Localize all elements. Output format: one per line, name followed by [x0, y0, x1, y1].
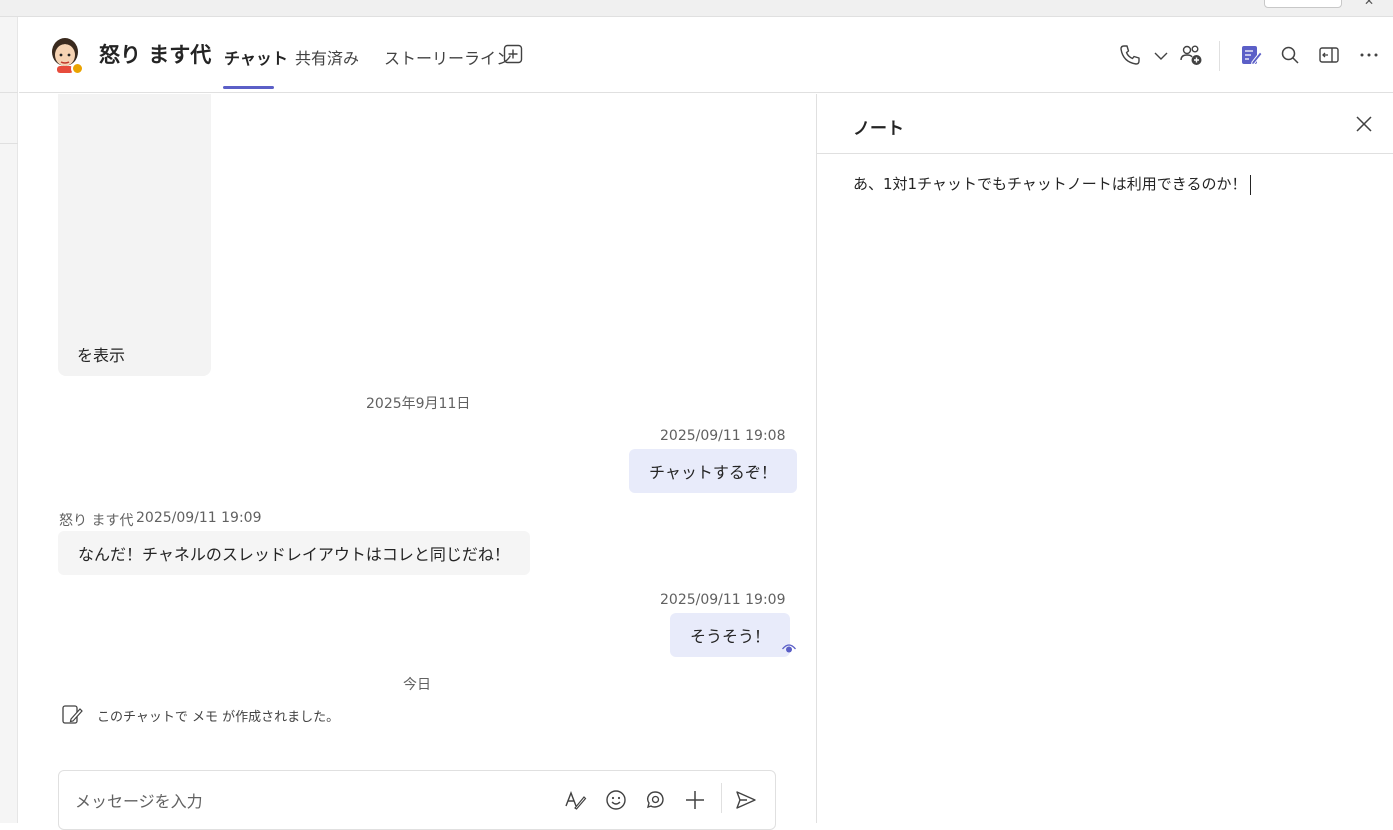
add-icon[interactable] — [683, 788, 707, 812]
chat-title: 怒り ます代 — [99, 43, 212, 67]
notes-editor[interactable]: あ、1対1チャットでもチャットノートは利用できるのか！ — [853, 173, 1251, 195]
left-rail — [0, 17, 18, 823]
window-title-bar: ✕ — [0, 0, 1393, 17]
more-icon[interactable] — [1357, 43, 1381, 67]
tab-chat[interactable]: チャット — [224, 45, 288, 69]
format-icon[interactable] — [563, 788, 587, 812]
add-tab-icon[interactable] — [503, 44, 523, 64]
image-card-label: を表示 — [77, 346, 126, 365]
notes-header: ノート — [817, 94, 1393, 154]
notes-title: ノート — [853, 119, 904, 139]
notes-panel: ノート あ、1対1チャットでもチャットノートは利用できるのか！ — [816, 94, 1393, 823]
chat-pane: を表示 2025年9月11日 2025/09/11 19:08 チャットするぞ！… — [19, 94, 816, 830]
call-icon[interactable] — [1118, 43, 1142, 67]
message-timestamp: 2025/09/11 19:09 — [136, 510, 262, 526]
note-edit-icon — [61, 703, 83, 725]
text-cursor — [1249, 174, 1251, 195]
tab-storyline[interactable]: ストーリーライン — [384, 45, 512, 69]
chevron-down-icon[interactable] — [1149, 43, 1173, 67]
message-bubble-mine[interactable]: そうそう！ — [670, 613, 791, 657]
active-tab-indicator — [223, 86, 274, 89]
close-icon[interactable] — [1354, 114, 1374, 134]
date-separator-today: 今日 — [403, 677, 431, 693]
message-timestamp: 2025/09/11 19:09 — [660, 592, 786, 608]
title-bar-button[interactable] — [1264, 0, 1342, 8]
loop-icon[interactable] — [643, 788, 667, 812]
message-sender: 怒り ます代 — [59, 513, 134, 529]
emoji-icon[interactable] — [604, 788, 628, 812]
tab-shared[interactable]: 共有済み — [295, 45, 359, 69]
popout-icon[interactable] — [1317, 43, 1341, 67]
chat-header: 怒り ます代 チャット 共有済み ストーリーライン — [19, 17, 1393, 93]
seen-eye-icon — [781, 640, 797, 656]
message-input[interactable]: メッセージを入力 — [75, 788, 203, 812]
message-timestamp: 2025/09/11 19:08 — [660, 428, 786, 444]
system-message: このチャットで メモ が作成されました。 — [97, 710, 340, 725]
add-people-icon[interactable] — [1179, 43, 1203, 67]
image-attachment-card[interactable]: を表示 — [58, 94, 211, 376]
notes-icon[interactable] — [1239, 43, 1263, 67]
send-icon[interactable] — [734, 788, 758, 812]
search-icon[interactable] — [1278, 43, 1302, 67]
message-bubble-other[interactable]: なんだ！チャネルのスレッドレイアウトはコレと同じだね！ — [58, 531, 530, 575]
message-compose-box[interactable]: メッセージを入力 — [58, 770, 776, 830]
date-separator: 2025年9月11日 — [366, 396, 471, 412]
window-close-icon[interactable]: ✕ — [1364, 0, 1374, 8]
message-bubble-mine[interactable]: チャットするぞ！ — [629, 449, 797, 493]
notes-content: あ、1対1チャットでもチャットノートは利用できるのか！ — [853, 175, 1247, 193]
status-away-badge — [71, 62, 84, 75]
